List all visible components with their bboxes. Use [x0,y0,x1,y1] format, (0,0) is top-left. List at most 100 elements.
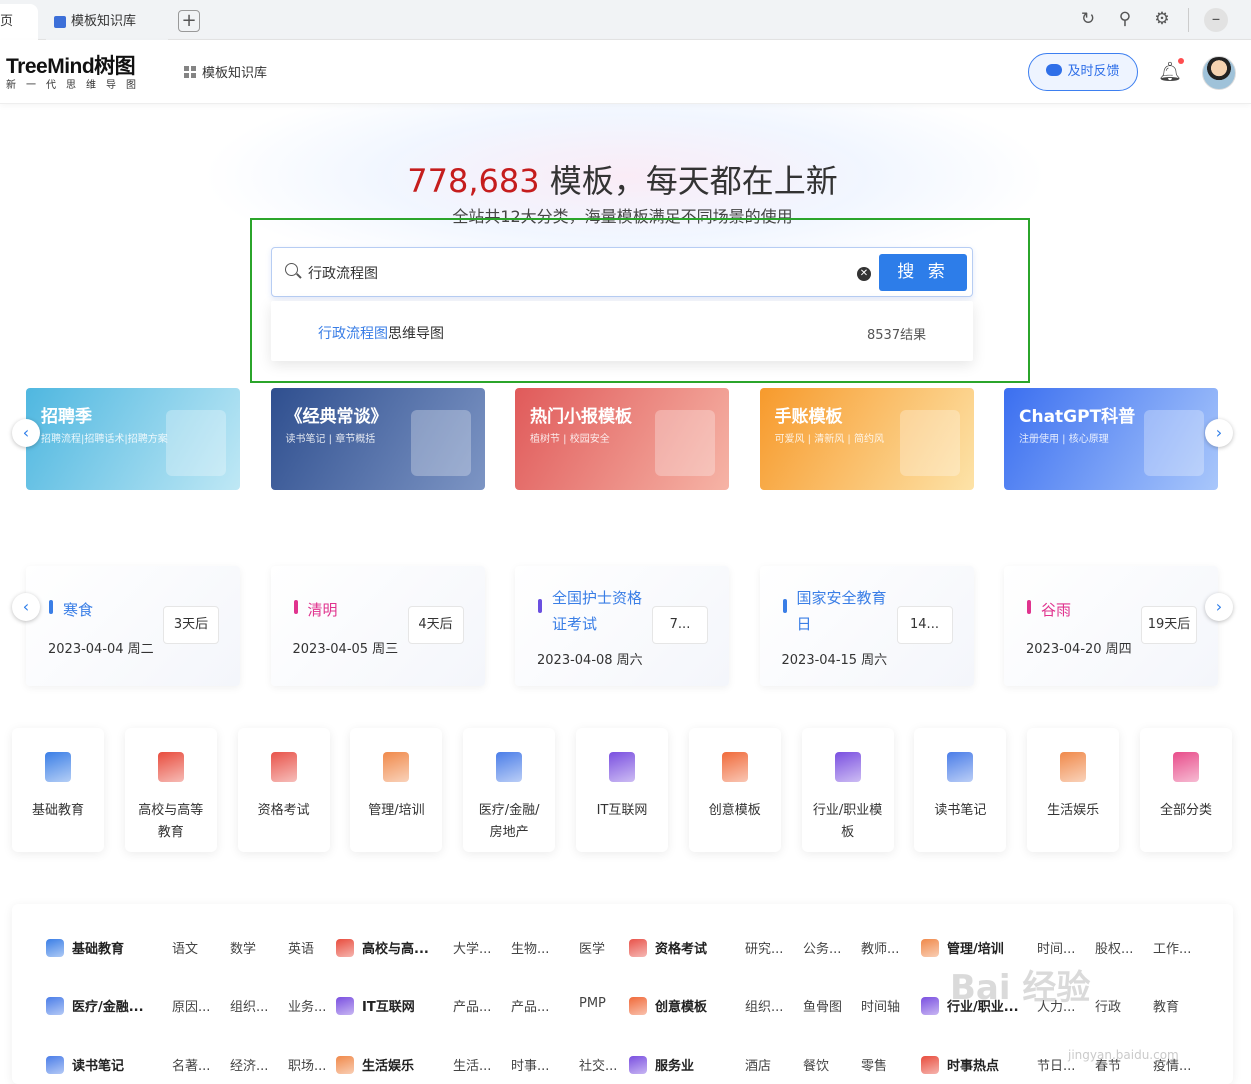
category-index-link[interactable]: 教育 [1153,996,1179,1015]
feedback-button[interactable]: 及时反馈 [1028,53,1138,91]
category-card[interactable]: 行业/职业模板 [801,728,894,852]
holiday-prev-button[interactable]: ‹ [12,593,40,621]
category-card[interactable]: 创意模板 [688,728,781,852]
banner-illustration [166,410,226,476]
category-index-link[interactable]: 零售 [861,1055,887,1074]
category-icon [947,752,974,782]
category-card[interactable]: 资格考试 [237,728,330,852]
category-index-link[interactable]: 教师... [861,938,899,957]
category-index-heading[interactable]: 资格考试 [629,938,707,957]
category-card[interactable]: 基础教育 [12,728,104,852]
pin-icon[interactable]: ⚲ [1114,8,1136,30]
search-button[interactable]: 搜 索 [879,254,967,291]
category-index-link[interactable]: 英语 [288,938,314,957]
category-label: 读书笔记 [934,803,987,818]
category-index-link[interactable]: 原因... [172,996,210,1015]
category-card[interactable]: 读书笔记 [914,728,1007,852]
category-index-heading[interactable]: 读书笔记 [46,1055,124,1074]
category-card[interactable]: 管理/培训 [350,728,443,852]
category-index-link[interactable]: 生物... [511,938,549,957]
minimize-icon[interactable]: – [1204,8,1228,32]
category-index-heading[interactable]: 服务业 [629,1055,694,1074]
holiday-countdown: 3天后 [163,606,219,644]
holiday-next-button[interactable]: › [1205,593,1233,621]
category-index-link[interactable]: 鱼骨图 [803,996,842,1015]
category-card[interactable]: 生活娱乐 [1027,728,1120,852]
holiday-card[interactable]: 寒食 2023-04-04 周二 3天后 [26,566,240,686]
holiday-card[interactable]: 谷雨 2023-04-20 周四 19天后 [1004,566,1218,686]
holiday-date: 2023-04-08 周六 [537,653,643,668]
gear-icon[interactable]: ⚙ [1151,8,1173,30]
category-index-link[interactable]: 经济... [230,1055,268,1074]
category-index-text: 组织... [230,1000,269,1015]
category-index-text: 教师... [861,942,900,957]
category-index-link[interactable]: 组织... [230,996,268,1015]
category-index-link[interactable]: 名著... [172,1055,210,1074]
category-index-text: PMP [579,996,606,1011]
reload-icon[interactable]: ↻ [1077,8,1099,30]
category-index-icon [336,1056,354,1074]
category-index-link[interactable]: 数学 [230,938,256,957]
holiday-marker [538,599,542,613]
search-input[interactable] [308,262,848,284]
category-index-link[interactable]: 社交... [579,1055,617,1074]
category-index-heading[interactable]: IT互联网 [336,996,415,1015]
category-index-link[interactable]: PMP [579,996,606,1011]
banner-card[interactable]: 招聘季 招聘流程|招聘话术|招聘方案 [26,388,240,490]
holiday-countdown: 7... [652,606,708,644]
category-index-link[interactable]: 公务... [803,938,841,957]
holiday-name: 清明 [307,601,338,619]
category-index-link[interactable]: 时间轴 [861,996,900,1015]
category-card[interactable]: 高校与高等教育 [124,728,217,852]
holiday-card[interactable]: 全国护士资格证考试 2023-04-08 周六 7... [515,566,729,686]
banner-prev-button[interactable]: ‹ [12,419,40,447]
category-index-heading[interactable]: 高校与高... [336,938,429,957]
category-index-link[interactable]: 职场... [288,1055,326,1074]
category-index-link[interactable]: 生活... [453,1055,491,1074]
category-index-link[interactable]: 语文 [172,938,198,957]
nav-template-library[interactable]: 模板知识库 [184,62,267,81]
browser-tab-active-label: 模板知识库 [71,14,137,29]
category-index-link[interactable]: 时间... [1037,938,1075,957]
category-index-link[interactable]: 酒店 [745,1055,771,1074]
banner-card[interactable]: 《经典常谈》 读书笔记 | 章节概括 [270,388,485,490]
category-index-link[interactable]: 研究... [745,938,783,957]
category-index-link[interactable]: 产品... [453,996,491,1015]
category-index-heading[interactable]: 医疗/金融... [46,996,144,1015]
category-index-icon [46,939,64,957]
category-index-link[interactable]: 时事... [511,1055,549,1074]
banner-card[interactable]: 热门小报模板 植树节 | 校园安全 [515,388,729,490]
category-index-heading[interactable]: 基础教育 [46,938,124,957]
category-index-heading[interactable]: 时事热点 [921,1055,999,1074]
category-index-link[interactable]: 医学 [579,938,605,957]
banner-card[interactable]: ChatGPT科普 注册使用 | 核心原理 [1004,388,1218,490]
banner-card[interactable]: 手账模板 可爱风 | 清新风 | 简约风 [759,388,974,490]
browser-tab-active[interactable]: 模板知识库 [46,4,168,40]
clear-icon[interactable]: ✕ [857,267,871,281]
category-index-link[interactable]: 餐饮 [803,1055,829,1074]
category-index-link[interactable]: 产品... [511,996,549,1015]
category-index-link[interactable]: 股权... [1095,938,1133,957]
category-index-link[interactable]: 大学... [453,938,491,957]
banner-next-button[interactable]: › [1205,419,1233,447]
holiday-card[interactable]: 国家安全教育日 2023-04-15 周六 14... [759,566,974,686]
category-index-link[interactable]: 业务... [288,996,326,1015]
category-card[interactable]: 医疗/金融/房地产 [463,728,556,852]
category-index-heading[interactable]: 管理/培训 [921,938,1004,957]
category-card[interactable]: IT互联网 [576,728,668,852]
holiday-card[interactable]: 清明 2023-04-05 周三 4天后 [270,566,485,686]
avatar[interactable] [1202,56,1236,90]
category-index-heading[interactable]: 创意模板 [629,996,707,1015]
category-index-link[interactable]: 行政 [1095,996,1121,1015]
category-index-link[interactable]: 工作... [1153,938,1191,957]
category-index-heading[interactable]: 生活娱乐 [336,1055,414,1074]
category-index-link[interactable]: 组织... [745,996,783,1015]
category-icon [383,752,410,782]
hero-title-text: 模板，每天都在上新 [539,162,838,200]
category-card[interactable]: 全部分类 [1140,728,1232,852]
search-suggestion[interactable]: 行政流程图思维导图 8537结果 [271,301,973,361]
category-index-icon [921,939,939,957]
browser-tab-previous[interactable]: 页 [0,4,38,40]
new-tab-button[interactable]: + [178,10,200,32]
banner-illustration [899,410,960,476]
